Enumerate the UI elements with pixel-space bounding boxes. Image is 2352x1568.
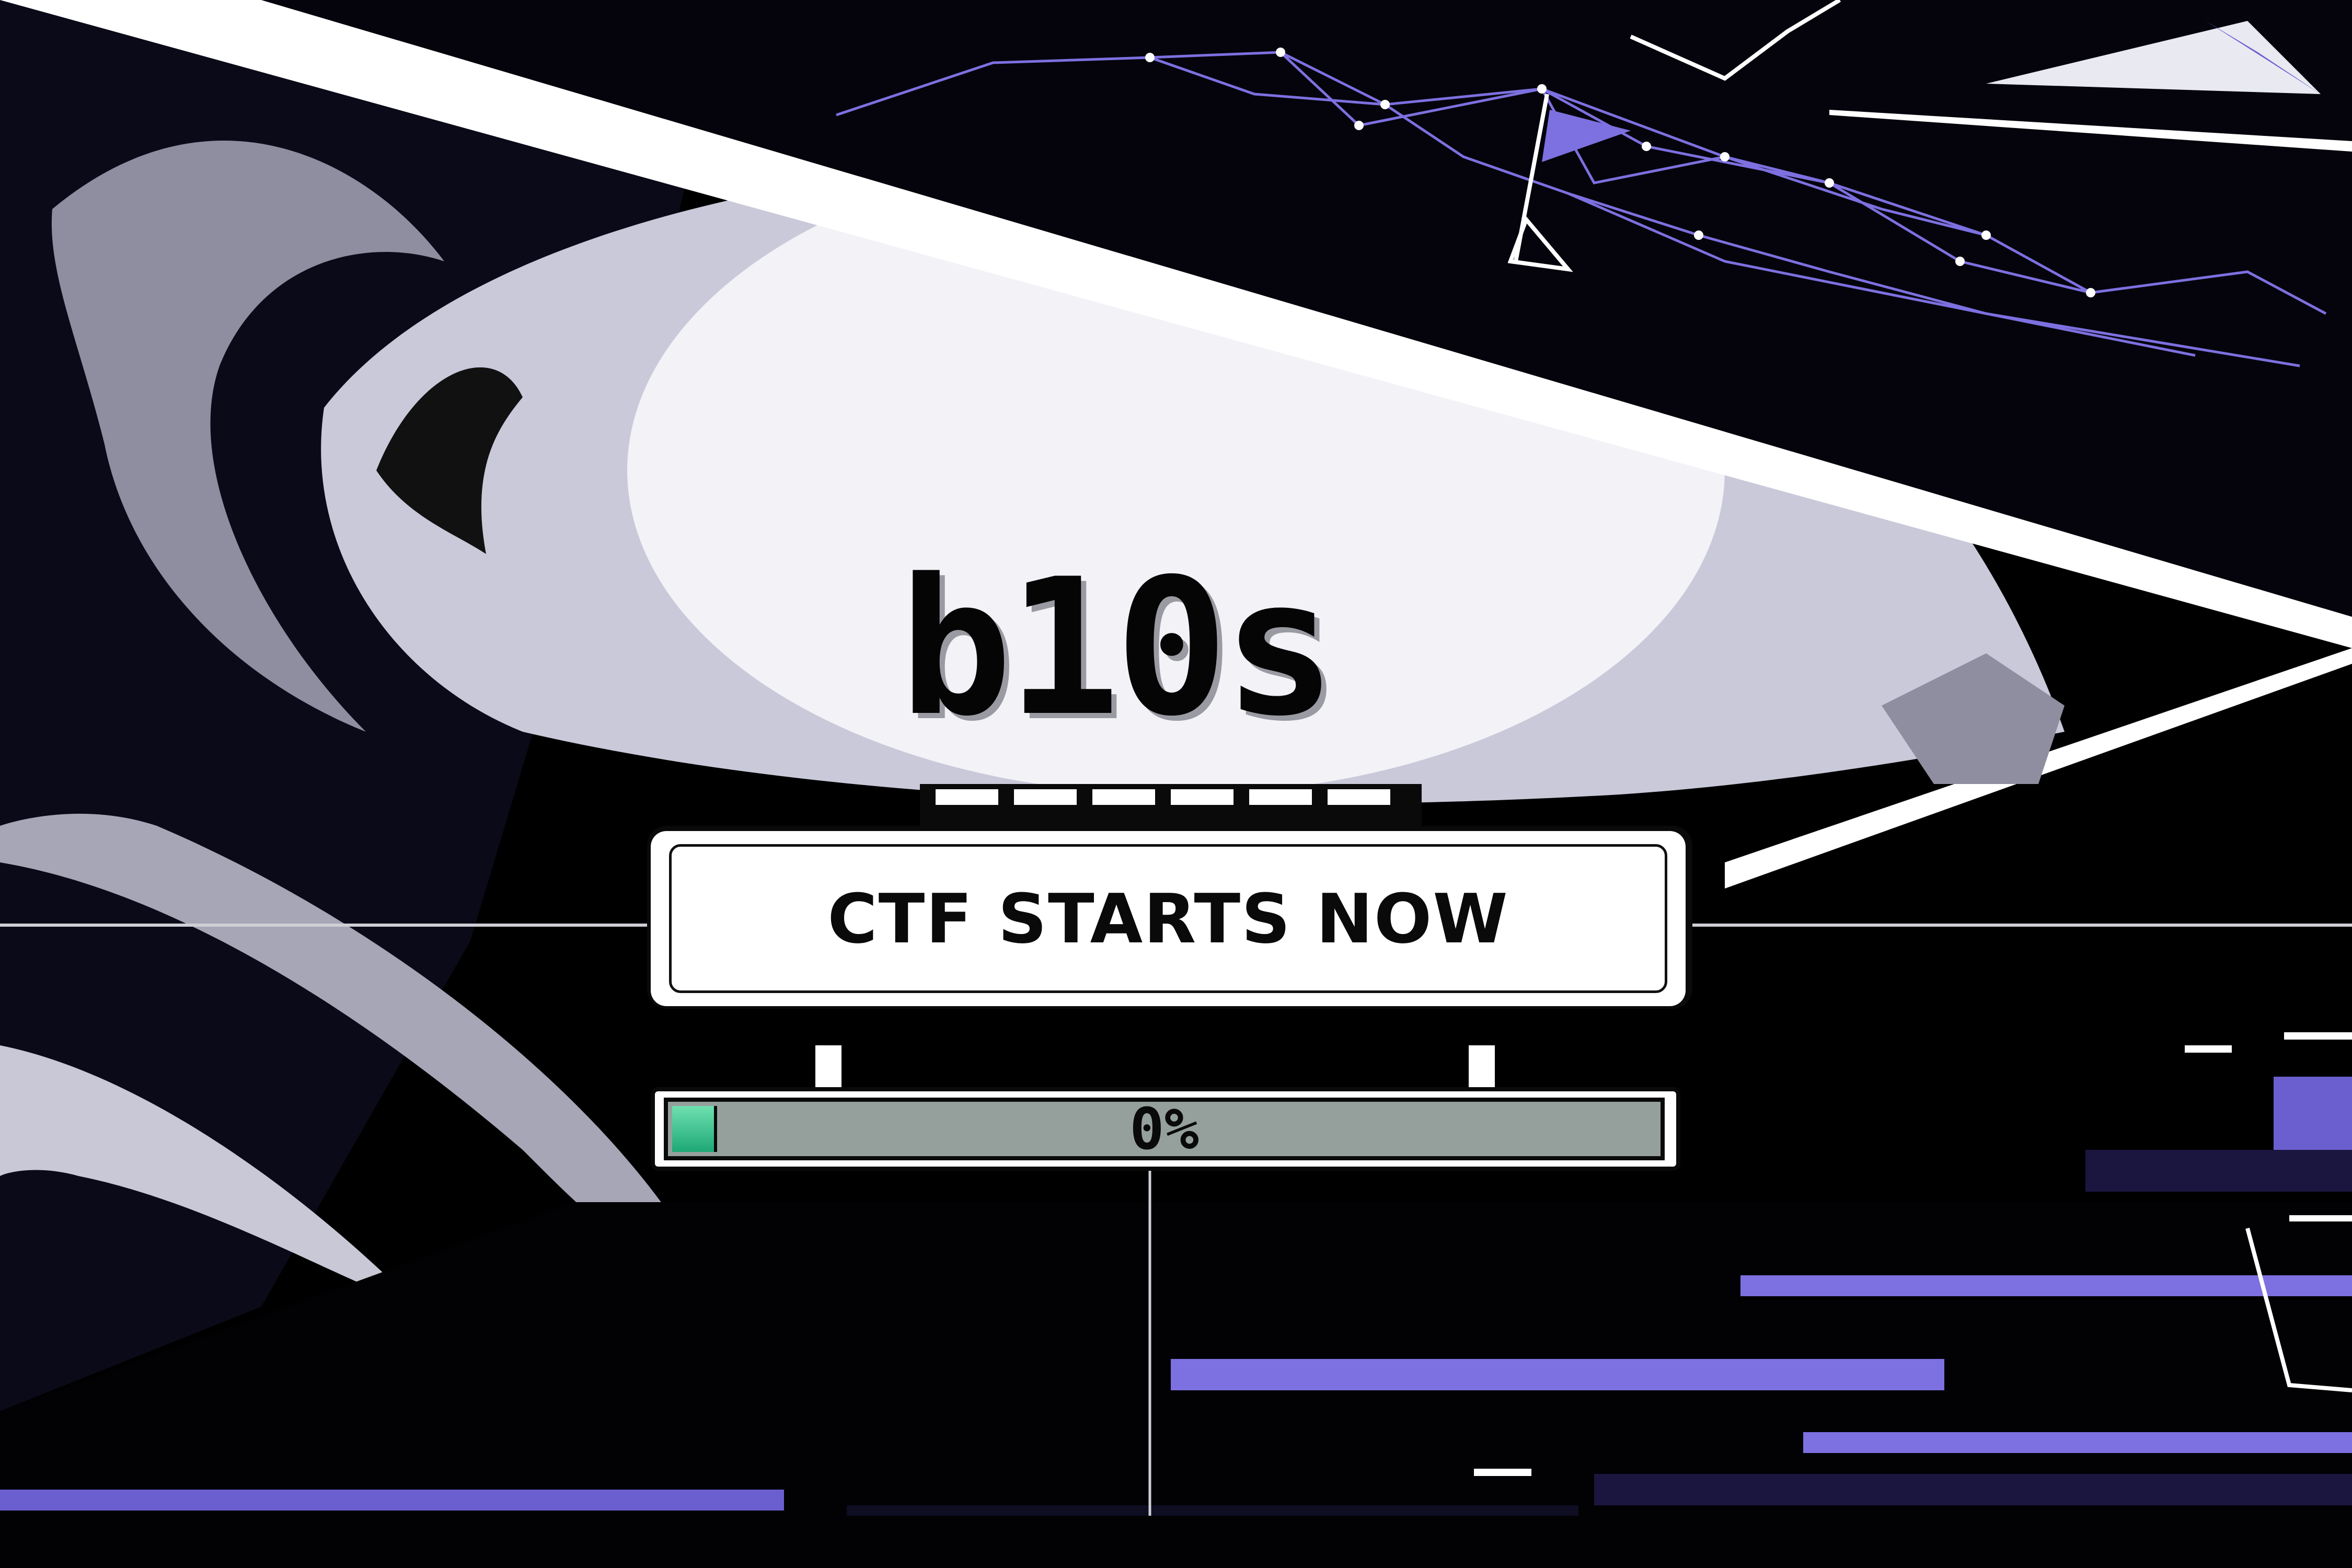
logo-suffix: 0s (1115, 538, 1336, 757)
sign-post-left (815, 1045, 841, 1092)
logo-middle: 1 (1007, 538, 1121, 758)
progress-percent-label: 0% (1129, 1096, 1199, 1162)
progress-bar: 0% (664, 1096, 1665, 1162)
ctf-starts-now-text: CTF STARTS NOW (827, 879, 1509, 959)
b10s-logo: b 1 0s (899, 538, 1474, 758)
sign-post-right (1469, 1045, 1495, 1092)
logo-middle-digit: 1 (1007, 538, 1121, 757)
sign-banner-frame: CTF STARTS NOW (669, 844, 1667, 993)
logo-prefix: b (899, 538, 1012, 757)
background-artwork (0, 0, 2352, 1568)
